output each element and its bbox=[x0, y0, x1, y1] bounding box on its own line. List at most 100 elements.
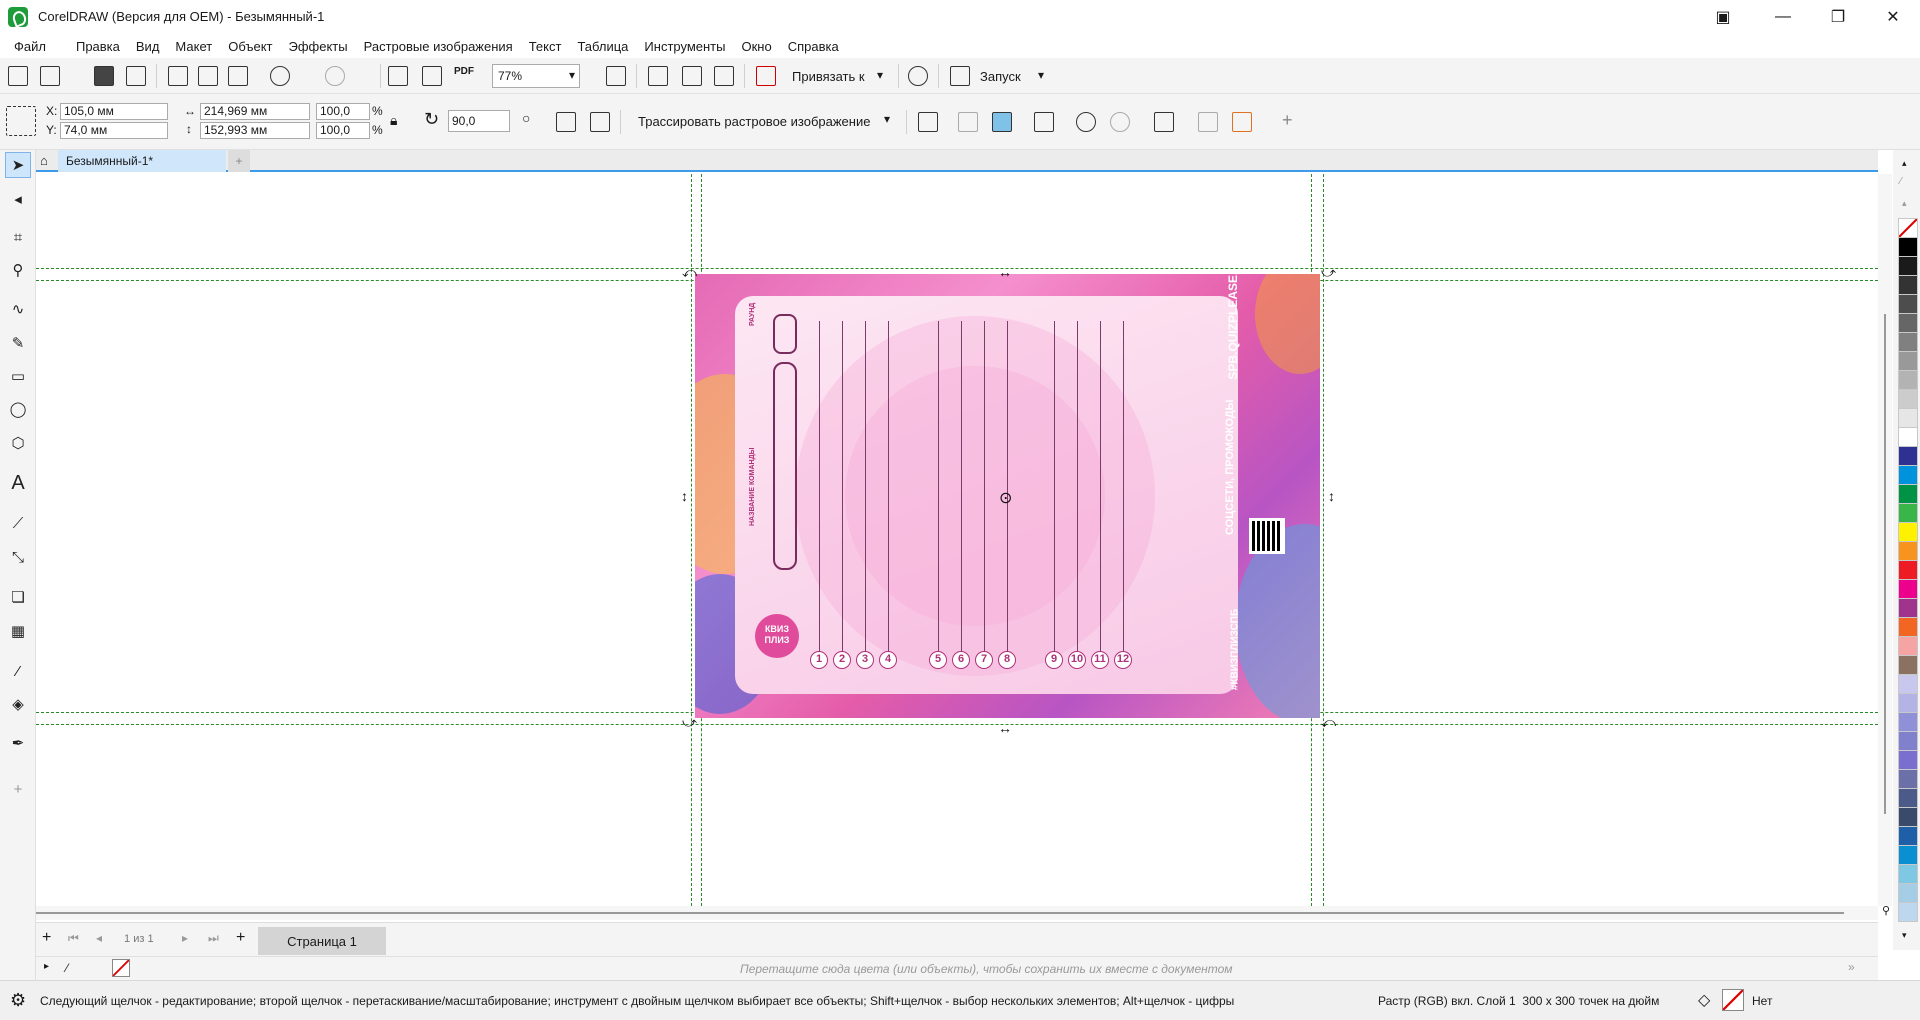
new-document-icon[interactable] bbox=[8, 66, 28, 86]
cut-icon[interactable] bbox=[168, 66, 188, 86]
vertical-scrollbar[interactable] bbox=[1878, 174, 1892, 906]
skew-handle-right[interactable]: ↕ bbox=[1328, 488, 1335, 504]
next-page-icon[interactable]: ▸ bbox=[182, 931, 188, 945]
rotation-input[interactable]: 90,0 bbox=[448, 110, 510, 132]
expand-icon[interactable]: ▸ bbox=[44, 961, 49, 972]
chevron-down-icon[interactable]: ▾ bbox=[1038, 68, 1044, 82]
text-tool-icon[interactable]: A bbox=[5, 470, 31, 496]
position-x-input[interactable]: 105,0 мм bbox=[60, 103, 168, 120]
scrollbar-thumb[interactable] bbox=[1884, 314, 1886, 814]
height-input[interactable]: 152,993 мм bbox=[200, 122, 310, 139]
color-swatch[interactable] bbox=[1898, 902, 1918, 922]
interactive-fill-tool-icon[interactable]: ◈ bbox=[5, 691, 31, 717]
export-pdf-icon[interactable]: PDF bbox=[454, 66, 474, 77]
save-icon[interactable] bbox=[94, 66, 114, 86]
color-swatch[interactable] bbox=[1898, 845, 1918, 865]
color-swatch[interactable] bbox=[1898, 883, 1918, 903]
color-swatch[interactable] bbox=[1898, 522, 1918, 542]
new-tab-icon[interactable]: + bbox=[228, 150, 250, 172]
color-swatch[interactable] bbox=[1898, 465, 1918, 485]
color-swatch[interactable] bbox=[1898, 579, 1918, 599]
close-button[interactable]: ✕ bbox=[1870, 0, 1916, 34]
color-swatch[interactable] bbox=[1898, 275, 1918, 295]
color-swatch[interactable] bbox=[1898, 636, 1918, 656]
snap-off-icon[interactable] bbox=[756, 66, 776, 86]
color-swatch[interactable] bbox=[1898, 617, 1918, 637]
color-swatch[interactable] bbox=[1898, 389, 1918, 409]
settings-gear-icon[interactable] bbox=[908, 66, 928, 86]
color-swatch[interactable] bbox=[1898, 693, 1918, 713]
drop-shadow-tool-icon[interactable]: ❏ bbox=[5, 584, 31, 610]
trace-bitmap-button[interactable]: Трассировать растровое изображение bbox=[638, 114, 870, 129]
last-page-icon[interactable]: ⏭ bbox=[208, 931, 219, 946]
menu-bitmaps[interactable]: Растровые изображения bbox=[356, 39, 521, 54]
resample-icon[interactable] bbox=[958, 112, 978, 132]
menu-window[interactable]: Окно bbox=[733, 39, 779, 54]
guidelines-icon[interactable] bbox=[714, 66, 734, 86]
color-swatch[interactable] bbox=[1898, 807, 1918, 827]
no-color-swatch[interactable] bbox=[1898, 218, 1918, 238]
palette-scroll-up-icon[interactable]: ▴ bbox=[1902, 158, 1907, 169]
color-swatch[interactable] bbox=[1898, 446, 1918, 466]
color-swatch[interactable] bbox=[1898, 427, 1918, 447]
skew-handle-top[interactable]: ↔ bbox=[998, 264, 1012, 280]
paste-icon[interactable] bbox=[228, 66, 248, 86]
rulers-icon[interactable] bbox=[648, 66, 668, 86]
export-icon[interactable] bbox=[422, 66, 442, 86]
color-swatch[interactable] bbox=[1898, 788, 1918, 808]
launch-dropdown[interactable]: Запуск bbox=[980, 69, 1021, 84]
snap-to-dropdown[interactable]: Привязать к bbox=[792, 69, 865, 84]
scale-x-input[interactable]: 100,0 bbox=[316, 103, 370, 120]
undo-icon[interactable] bbox=[270, 66, 290, 86]
layers-back-icon[interactable] bbox=[1198, 112, 1218, 132]
maximize-button[interactable]: ❐ bbox=[1815, 0, 1861, 34]
color-swatch[interactable] bbox=[1898, 560, 1918, 580]
smart-fill-tool-icon[interactable]: ✒ bbox=[5, 730, 31, 756]
palette-scroll-down-icon[interactable]: ▾ bbox=[1902, 930, 1907, 941]
chevron-down-icon[interactable]: ▾ bbox=[877, 68, 883, 82]
color-swatch[interactable] bbox=[1898, 332, 1918, 352]
crop-bitmap-icon[interactable] bbox=[918, 112, 938, 132]
menu-text[interactable]: Текст bbox=[521, 39, 570, 54]
previous-page-icon[interactable]: ◂ bbox=[96, 931, 102, 945]
layers-front-icon[interactable] bbox=[1232, 112, 1252, 132]
skew-handle-left[interactable]: ↕ bbox=[681, 488, 688, 504]
crop-tool-icon[interactable]: ⌗ bbox=[5, 224, 31, 250]
color-swatch[interactable] bbox=[1898, 503, 1918, 523]
color-swatch[interactable] bbox=[1898, 294, 1918, 314]
freehand-tool-icon[interactable]: ∿ bbox=[5, 296, 31, 322]
rotate-handle-top-right[interactable]: ⤻ bbox=[1321, 264, 1336, 281]
shape-tool-icon[interactable]: ◂ bbox=[5, 186, 31, 212]
rectangle-tool-icon[interactable]: ▭ bbox=[5, 363, 31, 389]
zoom-tool-icon[interactable]: ⚲ bbox=[5, 257, 31, 283]
color-swatch[interactable] bbox=[1898, 655, 1918, 675]
add-icon[interactable]: + bbox=[1282, 110, 1293, 131]
color-swatch[interactable] bbox=[1898, 826, 1918, 846]
wrap-text-icon[interactable] bbox=[1154, 112, 1174, 132]
menu-tools[interactable]: Инструменты bbox=[636, 39, 733, 54]
eyedropper-tool-icon[interactable]: ⁄ bbox=[5, 658, 31, 684]
first-page-icon[interactable]: ⏮ bbox=[68, 931, 79, 946]
minimize-button[interactable]: — bbox=[1760, 0, 1806, 34]
color-swatch[interactable] bbox=[1898, 712, 1918, 732]
color-swatch[interactable] bbox=[1898, 750, 1918, 770]
full-screen-icon[interactable] bbox=[606, 66, 626, 86]
color-swatch[interactable] bbox=[1898, 484, 1918, 504]
no-color-swatch[interactable] bbox=[112, 959, 130, 977]
color-swatch[interactable] bbox=[1898, 864, 1918, 884]
pick-tool-icon[interactable]: ➤ bbox=[5, 152, 31, 178]
palette-scroll-up-icon[interactable]: ▴ bbox=[1902, 198, 1907, 209]
menu-object[interactable]: Объект bbox=[220, 39, 280, 54]
eyedropper-icon[interactable]: ⁄ bbox=[1900, 176, 1902, 187]
grid-icon[interactable] bbox=[682, 66, 702, 86]
add-page-icon[interactable]: + bbox=[42, 929, 51, 947]
rotate-handle-top-left[interactable]: ⤺ bbox=[682, 264, 697, 281]
color-swatch[interactable] bbox=[1898, 769, 1918, 789]
chevron-double-right-icon[interactable]: » bbox=[1848, 960, 1855, 974]
position-y-input[interactable]: 74,0 мм bbox=[60, 122, 168, 139]
scrollbar-thumb[interactable] bbox=[36, 912, 1844, 914]
menu-file[interactable]: Файл bbox=[6, 39, 54, 54]
bounding-box-icon[interactable] bbox=[1034, 112, 1054, 132]
open-folder-icon[interactable] bbox=[40, 66, 60, 86]
copy-icon[interactable] bbox=[198, 66, 218, 86]
